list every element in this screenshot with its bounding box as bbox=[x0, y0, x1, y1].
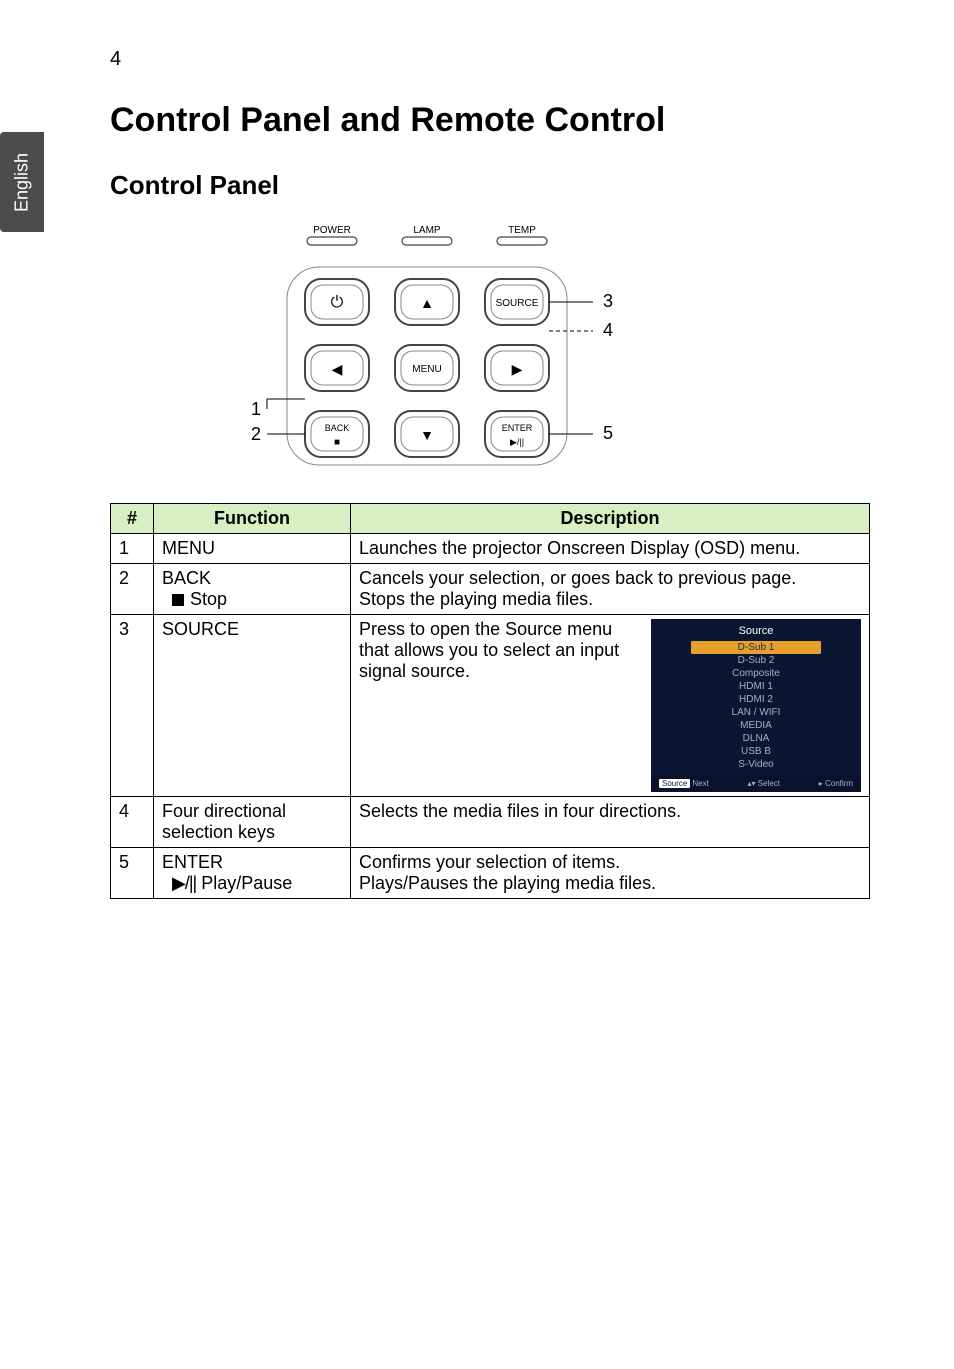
source-menu-item: D-Sub 1 bbox=[691, 641, 821, 654]
back-button: BACK ■ bbox=[305, 411, 369, 457]
menu-button-label: MENU bbox=[412, 364, 441, 375]
row-num: 4 bbox=[111, 797, 154, 848]
power-icon: ⏻ bbox=[331, 294, 344, 311]
power-indicator-icon bbox=[307, 237, 357, 245]
temp-indicator-label: TEMP bbox=[508, 225, 536, 236]
keystone-up-button: ▲ bbox=[395, 279, 459, 325]
right-button: ▶ bbox=[485, 345, 549, 391]
header-description: Description bbox=[351, 504, 870, 534]
source-menu-title: Source bbox=[651, 625, 861, 641]
language-label: English bbox=[12, 152, 33, 211]
row-desc: Cancels your selection, or goes back to … bbox=[351, 564, 870, 615]
row-num: 5 bbox=[111, 848, 154, 899]
func-main: ENTER bbox=[162, 852, 223, 872]
stop-icon: ■ bbox=[334, 437, 340, 448]
source-button: SOURCE bbox=[485, 279, 549, 325]
document-page: English 4 Control Panel and Remote Contr… bbox=[0, 0, 954, 1369]
header-num: # bbox=[111, 504, 154, 534]
back-button-label: BACK bbox=[325, 423, 350, 433]
callout-1: 1 bbox=[251, 399, 261, 419]
footer-mid: ▴▾ Select bbox=[748, 779, 781, 788]
right-icon: ▶ bbox=[512, 361, 523, 377]
source-menu-item: MEDIA bbox=[651, 719, 861, 732]
desc-line: Stops the playing media files. bbox=[359, 589, 593, 609]
playpause-icon: ▶/|| bbox=[510, 437, 524, 447]
power-button: ⏻ bbox=[305, 279, 369, 325]
desc-line: Cancels your selection, or goes back to … bbox=[359, 568, 796, 588]
footer-left-text: Next bbox=[692, 779, 708, 788]
footer-mid-text: Select bbox=[758, 779, 780, 788]
row-func: SOURCE bbox=[154, 615, 351, 797]
footer-right: ▸ Confirm bbox=[819, 779, 853, 788]
source-button-label: SOURCE bbox=[496, 298, 539, 309]
footer-left: SourceNext bbox=[659, 779, 709, 788]
footer-chip: Source bbox=[659, 779, 690, 788]
table-header-row: # Function Description bbox=[111, 504, 870, 534]
table-row: 1 MENU Launches the projector Onscreen D… bbox=[111, 534, 870, 564]
leader-1 bbox=[267, 399, 305, 409]
table-row: 2 BACK Stop Cancels your selection, or g… bbox=[111, 564, 870, 615]
right-arrow-icon: ▸ bbox=[819, 779, 823, 788]
source-menu-item: Composite bbox=[651, 667, 861, 680]
source-menu-item: LAN / WIFI bbox=[651, 706, 861, 719]
enter-button: ENTER ▶/|| bbox=[485, 411, 549, 457]
enter-button-label: ENTER bbox=[502, 423, 533, 433]
source-menu-item: S-Video bbox=[651, 758, 861, 771]
callout-2: 2 bbox=[251, 424, 261, 444]
footer-right-text: Confirm bbox=[825, 779, 853, 788]
table-row: 3 SOURCE Press to open the Source menu t… bbox=[111, 615, 870, 797]
row-func: ENTER ▶/|| Play/Pause bbox=[154, 848, 351, 899]
section-heading: Control Panel bbox=[110, 170, 854, 201]
func-sub: Stop bbox=[190, 589, 227, 609]
left-button: ◀ bbox=[305, 345, 369, 391]
page-number: 4 bbox=[110, 48, 854, 71]
page-title: Control Panel and Remote Control bbox=[110, 101, 854, 140]
down-icon: ▼ bbox=[420, 427, 434, 443]
callout-3: 3 bbox=[603, 291, 613, 311]
desc-line: Confirms your selection of items. bbox=[359, 852, 620, 872]
lamp-indicator-icon bbox=[402, 237, 452, 245]
func-main: BACK bbox=[162, 568, 211, 588]
row-func: BACK Stop bbox=[154, 564, 351, 615]
stop-icon bbox=[172, 594, 184, 606]
source-menu-item: DLNA bbox=[651, 732, 861, 745]
row-func: Four directional selection keys bbox=[154, 797, 351, 848]
menu-button: MENU bbox=[395, 345, 459, 391]
power-indicator-label: POWER bbox=[313, 225, 351, 236]
desc-line: Plays/Pauses the playing media files. bbox=[359, 873, 656, 893]
source-menu-item: HDMI 2 bbox=[651, 693, 861, 706]
table-row: 4 Four directional selection keys Select… bbox=[111, 797, 870, 848]
callout-5: 5 bbox=[603, 423, 613, 443]
down-button: ▼ bbox=[395, 411, 459, 457]
temp-indicator-icon bbox=[497, 237, 547, 245]
callout-4: 4 bbox=[603, 320, 613, 340]
row-num: 1 bbox=[111, 534, 154, 564]
playpause-icon: ▶/|| bbox=[172, 873, 196, 893]
source-menu-item: HDMI 1 bbox=[651, 680, 861, 693]
up-icon: ▲ bbox=[420, 295, 434, 311]
row-num: 3 bbox=[111, 615, 154, 797]
source-menu-item: D-Sub 2 bbox=[651, 654, 861, 667]
control-panel-figure: POWER LAMP TEMP ⏻ ▲ SOURCE bbox=[60, 219, 854, 479]
func-sub: Play/Pause bbox=[201, 873, 292, 893]
source-menu-item: USB B bbox=[651, 745, 861, 758]
row-desc: Launches the projector Onscreen Display … bbox=[351, 534, 870, 564]
spec-table: # Function Description 1 MENU Launches t… bbox=[110, 503, 870, 899]
row-num: 2 bbox=[111, 564, 154, 615]
source-menu-preview: Source D-Sub 1 D-Sub 2 Composite HDMI 1 … bbox=[651, 619, 861, 792]
table-row: 5 ENTER ▶/|| Play/Pause Confirms your se… bbox=[111, 848, 870, 899]
row-desc: Selects the media files in four directio… bbox=[351, 797, 870, 848]
left-icon: ◀ bbox=[332, 361, 343, 377]
row-desc: Press to open the Source menu that allow… bbox=[351, 615, 870, 797]
row-func: MENU bbox=[154, 534, 351, 564]
header-function: Function bbox=[154, 504, 351, 534]
desc-text: Press to open the Source menu that allow… bbox=[359, 619, 635, 682]
row-desc: Confirms your selection of items. Plays/… bbox=[351, 848, 870, 899]
source-menu-footer: SourceNext ▴▾ Select ▸ Confirm bbox=[651, 775, 861, 792]
updown-icon: ▴▾ bbox=[748, 779, 756, 788]
lamp-indicator-label: LAMP bbox=[413, 225, 441, 236]
language-tab: English bbox=[0, 132, 44, 232]
control-panel-svg: POWER LAMP TEMP ⏻ ▲ SOURCE bbox=[227, 219, 687, 479]
